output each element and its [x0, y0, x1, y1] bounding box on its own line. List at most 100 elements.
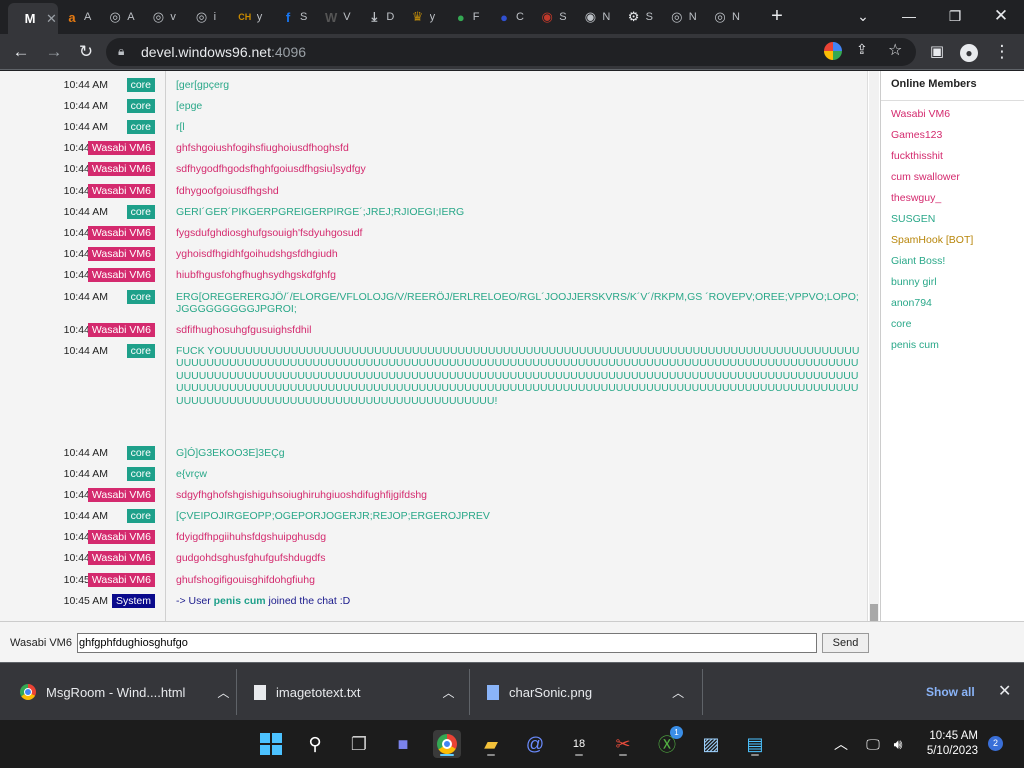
photos-icon[interactable]: ▨: [697, 730, 725, 758]
close-tab-icon[interactable]: ✕: [46, 11, 57, 27]
user-badge[interactable]: Wasabi VM6: [87, 573, 155, 587]
chat-scrollbar[interactable]: [869, 71, 879, 621]
close-window-button[interactable]: ✕: [978, 4, 1024, 28]
user-badge[interactable]: Wasabi VM6: [87, 184, 155, 198]
browser-tab[interactable]: ● F: [447, 5, 481, 29]
browser-tab[interactable]: ◎ v: [144, 5, 178, 29]
member-item[interactable]: bunny girl: [891, 276, 937, 288]
message-text: yghoisdfhgidhfgoihudshgsfdhgiudh: [176, 248, 338, 260]
browser-tab[interactable]: ⤓ D: [360, 5, 395, 29]
download-item[interactable]: imagetotext.txt ︿: [254, 663, 455, 721]
member-item[interactable]: penis cum: [891, 339, 939, 351]
new-tab-button[interactable]: +: [766, 6, 788, 28]
user-badge[interactable]: core: [126, 78, 155, 92]
chevron-up-icon[interactable]: ︿: [443, 684, 455, 701]
browser-tab[interactable]: ◉ S: [533, 5, 567, 29]
tab-search-icon[interactable]: ⌄: [840, 4, 886, 28]
reload-icon[interactable]: ↻: [74, 40, 98, 64]
browser-tab[interactable]: aA: [58, 5, 92, 29]
share-icon[interactable]: ⇪: [856, 41, 868, 58]
chevron-up-icon[interactable]: ︿: [672, 684, 684, 701]
wtf-icon: W: [325, 9, 338, 25]
user-badge[interactable]: Wasabi VM6: [87, 530, 155, 544]
user-badge[interactable]: Wasabi VM6: [87, 162, 155, 176]
browser-tab[interactable]: ♛ y: [404, 5, 438, 29]
send-button[interactable]: Send: [822, 633, 869, 653]
user-badge[interactable]: Wasabi VM6: [87, 268, 155, 282]
member-item[interactable]: SUSGEN: [891, 213, 935, 225]
browser-tab[interactable]: ◎ N: [706, 5, 740, 29]
bookmark-star-icon[interactable]: ☆: [888, 40, 902, 60]
browser-tab[interactable]: CH y: [231, 5, 265, 29]
user-badge[interactable]: core: [126, 344, 155, 358]
browser-tab[interactable]: ◎ i: [188, 5, 222, 29]
url-text[interactable]: devel.windows96.net:4096: [141, 44, 306, 60]
network-icon[interactable]: 🖵︎: [859, 730, 887, 758]
notification-badge[interactable]: 2: [988, 736, 1003, 751]
address-bar[interactable]: 🔒︎ devel.windows96.net:4096 ⇪ ☆: [106, 38, 916, 66]
message-input[interactable]: [77, 633, 817, 653]
file-explorer-icon[interactable]: ▰: [477, 730, 505, 758]
google-icon[interactable]: [824, 42, 842, 60]
task-view-icon[interactable]: ❐: [345, 730, 373, 758]
member-item[interactable]: core: [891, 318, 911, 330]
user-badge[interactable]: System: [111, 594, 155, 608]
minimize-button[interactable]: —: [886, 4, 932, 28]
email-app-icon[interactable]: @: [521, 730, 549, 758]
user-badge[interactable]: core: [126, 205, 155, 219]
start-icon[interactable]: [257, 730, 285, 758]
snipping-tool-icon[interactable]: ✂: [609, 730, 637, 758]
user-badge[interactable]: Wasabi VM6: [87, 551, 155, 565]
chevron-up-icon[interactable]: ︿: [827, 730, 855, 758]
browser-tab[interactable]: ● C: [490, 5, 524, 29]
member-item[interactable]: SpamHook [BOT]: [891, 234, 973, 246]
user-badge[interactable]: core: [126, 467, 155, 481]
user-badge[interactable]: core: [126, 509, 155, 523]
xbox-icon[interactable]: Ⓧ 1: [653, 726, 683, 758]
browser-tab[interactable]: ◎ N: [663, 5, 697, 29]
user-badge[interactable]: Wasabi VM6: [87, 247, 155, 261]
browser-tab[interactable]: ◎ A: [101, 5, 135, 29]
member-item[interactable]: theswguy_: [891, 192, 941, 204]
side-panel-icon[interactable]: ▣: [925, 40, 949, 64]
chrome-icon: ●: [456, 9, 465, 25]
browser-tab[interactable]: MM✕: [8, 3, 58, 34]
member-item[interactable]: Wasabi VM6: [891, 108, 950, 120]
search-icon[interactable]: ⚲: [301, 730, 329, 758]
calendar-icon[interactable]: 18: [565, 730, 593, 758]
back-icon[interactable]: ←: [9, 40, 33, 64]
user-badge[interactable]: Wasabi VM6: [87, 226, 155, 240]
browser-tab[interactable]: fS: [274, 5, 308, 29]
chevron-up-icon[interactable]: ︿: [217, 684, 229, 701]
browser-tab[interactable]: WV: [317, 5, 351, 29]
menu-icon[interactable]: ⋮: [990, 40, 1014, 64]
user-badge[interactable]: Wasabi VM6: [87, 323, 155, 337]
chrome-taskbar-icon[interactable]: [433, 730, 461, 758]
member-item[interactable]: Giant Boss!: [891, 255, 945, 267]
member-item[interactable]: Games123: [891, 129, 942, 141]
show-all-button[interactable]: Show all: [926, 685, 975, 699]
user-badge[interactable]: Wasabi VM6: [87, 488, 155, 502]
volume-icon[interactable]: 🔊︎: [884, 730, 912, 758]
joined-username[interactable]: penis cum: [214, 595, 266, 607]
user-badge[interactable]: Wasabi VM6: [87, 141, 155, 155]
close-downloads-icon[interactable]: ✕: [998, 681, 1011, 701]
maximize-button[interactable]: ❐: [932, 4, 978, 28]
user-badge[interactable]: core: [126, 446, 155, 460]
browser-tab[interactable]: ⚙ S: [620, 5, 654, 29]
scroll-thumb[interactable]: [870, 604, 878, 621]
teams-icon[interactable]: ■: [389, 730, 417, 758]
user-badge[interactable]: core: [126, 120, 155, 134]
member-item[interactable]: cum swallower: [891, 171, 960, 183]
forward-icon[interactable]: →: [42, 40, 66, 64]
download-item[interactable]: MsgRoom - Wind....html ︿: [20, 663, 229, 721]
clock[interactable]: 10:45 AM 5/10/2023: [922, 729, 978, 759]
user-badge[interactable]: core: [126, 290, 155, 304]
member-item[interactable]: fuckthisshit: [891, 150, 943, 162]
notepad-icon[interactable]: ▤: [741, 730, 769, 758]
profile-icon[interactable]: ●: [957, 40, 981, 64]
browser-tab[interactable]: ◉ N: [576, 5, 611, 29]
download-item[interactable]: charSonic.png ︿: [487, 663, 684, 721]
member-item[interactable]: anon794: [891, 297, 932, 309]
user-badge[interactable]: core: [126, 99, 155, 113]
